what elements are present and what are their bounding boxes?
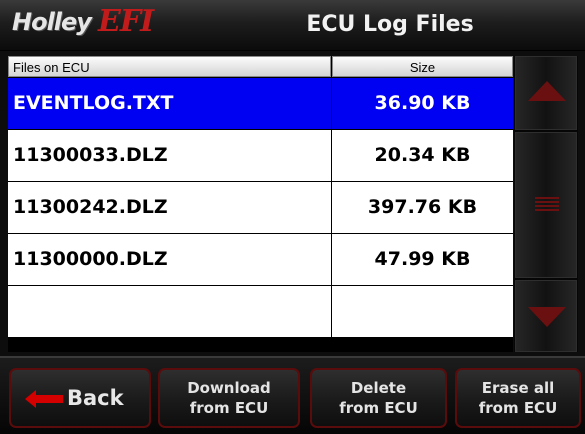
page-title: ECU Log Files	[306, 12, 474, 37]
file-name-cell: EVENTLOG.TXT	[8, 78, 331, 129]
grip-icon	[535, 197, 559, 211]
table-row[interactable]	[8, 286, 513, 338]
scroll-up-button[interactable]	[515, 56, 577, 130]
table-row[interactable]: 11300242.DLZ 397.76 KB	[8, 182, 513, 234]
delete-from-ecu-button[interactable]: Delete from ECU	[310, 368, 447, 428]
download-label: Download	[187, 379, 271, 397]
header-bar: Holley EFI ECU Log Files	[0, 0, 585, 51]
download-sublabel: from ECU	[189, 399, 269, 417]
table-row[interactable]: EVENTLOG.TXT 36.90 KB	[8, 78, 513, 130]
file-table: Files on ECU Size EVENTLOG.TXT 36.90 KB …	[8, 56, 513, 352]
file-name-cell: 11300000.DLZ	[8, 234, 331, 285]
file-size-cell: 20.34 KB	[332, 130, 513, 181]
efi-logo: EFI	[98, 4, 154, 39]
vertical-scrollbar	[514, 56, 578, 352]
file-name-cell	[8, 286, 331, 337]
bottom-toolbar: Back Download from ECU Delete from ECU E…	[0, 356, 585, 434]
file-size-cell: 397.76 KB	[332, 182, 513, 233]
file-name-cell: 11300033.DLZ	[8, 130, 331, 181]
file-name-cell: 11300242.DLZ	[8, 182, 331, 233]
back-label: Back	[67, 386, 124, 410]
triangle-down-icon	[528, 307, 566, 327]
erase-all-from-ecu-button[interactable]: Erase all from ECU	[455, 368, 581, 428]
scroll-down-button[interactable]	[515, 280, 577, 352]
back-button[interactable]: Back	[9, 368, 151, 428]
delete-sublabel: from ECU	[339, 399, 418, 417]
erase-sublabel: from ECU	[478, 399, 558, 417]
column-header-size[interactable]: Size	[332, 56, 513, 77]
file-size-cell	[332, 286, 513, 337]
holley-logo: Holley	[12, 8, 92, 36]
arrow-left-icon	[25, 390, 63, 408]
file-size-cell: 36.90 KB	[332, 78, 513, 129]
download-from-ecu-button[interactable]: Download from ECU	[158, 368, 300, 428]
delete-label: Delete	[350, 379, 407, 397]
table-row[interactable]: 11300000.DLZ 47.99 KB	[8, 234, 513, 286]
erase-label: Erase all	[481, 379, 555, 397]
scroll-thumb[interactable]	[515, 132, 577, 278]
table-row[interactable]: 11300033.DLZ 20.34 KB	[8, 130, 513, 182]
triangle-up-icon	[528, 81, 566, 101]
file-size-cell: 47.99 KB	[332, 234, 513, 285]
column-header-files[interactable]: Files on ECU	[8, 56, 331, 77]
table-header: Files on ECU Size	[8, 56, 513, 78]
